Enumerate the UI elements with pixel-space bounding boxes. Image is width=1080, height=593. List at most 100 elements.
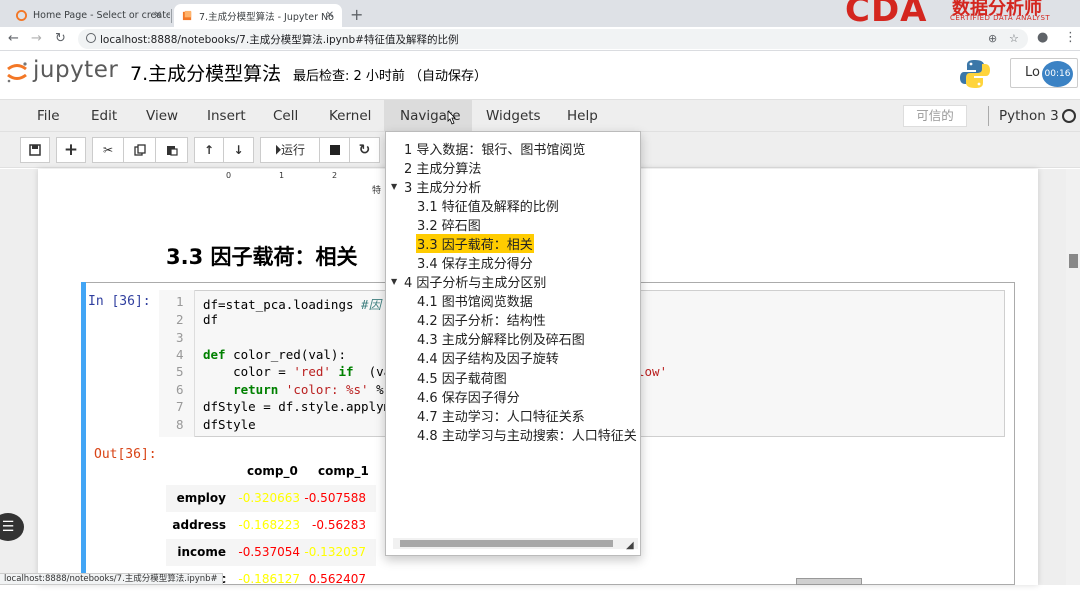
code-line-7: dfStyle = df.style.applym bbox=[203, 399, 392, 414]
line-number: 6 bbox=[176, 382, 184, 397]
menu-edit[interactable]: Edit bbox=[91, 108, 117, 124]
chart-tick-label: 2 bbox=[332, 171, 338, 180]
line-number: 1 bbox=[176, 294, 184, 309]
nav-item-4-8[interactable]: 4.8 主动学习与主动搜索：人口特征关 bbox=[417, 425, 637, 444]
trusted-indicator[interactable]: 可信的 bbox=[903, 105, 967, 127]
nav-item-4[interactable]: 4 因子分析与主成分区别 bbox=[404, 272, 546, 291]
nav-item-1[interactable]: 1 导入数据：银行、图书馆阅览 bbox=[404, 139, 585, 158]
menu-file[interactable]: File bbox=[37, 108, 60, 124]
url-text[interactable]: localhost:8888/notebooks/7.主成分模型算法.ipynb… bbox=[100, 32, 458, 47]
dropdown-scrollbar-thumb[interactable] bbox=[400, 540, 613, 547]
new-tab-button[interactable]: + bbox=[350, 5, 363, 24]
scissors-icon: ✂ bbox=[102, 143, 114, 157]
save-icon bbox=[29, 144, 41, 156]
menu-cell[interactable]: Cell bbox=[273, 108, 298, 124]
checkpoint-status: 最后检查: 2 小时前 （自动保存） bbox=[293, 69, 488, 84]
jupyter-favicon-icon bbox=[16, 10, 27, 21]
horizontal-scrollbar-thumb[interactable] bbox=[796, 578, 862, 585]
line-number: 8 bbox=[176, 417, 184, 432]
caret-down-icon[interactable]: ▼ bbox=[391, 277, 397, 286]
nav-item-3-3[interactable]: 3.3 因子载荷：相关 bbox=[416, 234, 534, 253]
address-bar: ← → ↻ localhost:8888/notebooks/7.主成分模型算法… bbox=[0, 27, 1080, 51]
nav-item-4-2[interactable]: 4.2 因子分析：结构性 bbox=[417, 310, 546, 329]
browser-tab-strip: Home Page - Select or create ✕ 7.主成分模型算法… bbox=[0, 0, 1080, 30]
move-up-button[interactable]: ↑ bbox=[194, 137, 224, 163]
caret-down-icon[interactable]: ▼ bbox=[391, 182, 397, 191]
paste-button[interactable] bbox=[156, 137, 188, 163]
code-string: 'color: %s' bbox=[278, 382, 369, 397]
move-down-button[interactable]: ↓ bbox=[224, 137, 254, 163]
nav-item-2[interactable]: 2 主成分算法 bbox=[404, 158, 481, 177]
menu-widgets[interactable]: Widgets bbox=[486, 108, 541, 124]
nav-item-4-7[interactable]: 4.7 主动学习：人口特征关系 bbox=[417, 406, 585, 425]
df-cell: -0.507588 bbox=[304, 491, 366, 505]
cut-button[interactable]: ✂ bbox=[92, 137, 124, 163]
notebook-title[interactable]: 7.主成分模型算法 bbox=[130, 59, 281, 86]
df-row-index: address bbox=[172, 518, 226, 532]
code-line-2: df bbox=[203, 312, 219, 327]
notebook-favicon-icon bbox=[182, 10, 192, 21]
page-scrollbar[interactable] bbox=[1066, 169, 1080, 585]
save-button[interactable] bbox=[20, 137, 50, 163]
menu-insert[interactable]: Insert bbox=[207, 108, 246, 124]
code-line-5-tail: low' bbox=[637, 364, 668, 379]
zoom-icon[interactable]: ⊕ bbox=[988, 32, 997, 45]
url-omnibox[interactable]: localhost:8888/notebooks/7.主成分模型算法.ipynb… bbox=[78, 29, 1028, 49]
recording-timer-badge: 00:16 bbox=[1042, 61, 1073, 87]
resize-handle-icon[interactable]: ◢ bbox=[626, 540, 634, 551]
code-text: color_red(val): bbox=[225, 347, 346, 362]
reload-icon[interactable]: ↻ bbox=[55, 31, 66, 46]
nav-item-3-1[interactable]: 3.1 特征值及解释的比例 bbox=[417, 196, 559, 215]
df-row: address -0.168223 -0.56283 bbox=[166, 512, 376, 539]
nav-item-4-4[interactable]: 4.4 因子结构及因子旋转 bbox=[417, 348, 559, 367]
info-icon[interactable] bbox=[86, 33, 96, 43]
restart-button[interactable]: ↻ bbox=[350, 137, 380, 163]
nav-item-3-4[interactable]: 3.4 保存主成分得分 bbox=[417, 253, 533, 272]
df-cell: -0.537054 bbox=[238, 545, 300, 559]
kernel-separator bbox=[988, 106, 989, 126]
df-cell: -0.132037 bbox=[304, 545, 366, 559]
page-scrollbar-thumb[interactable] bbox=[1069, 254, 1078, 268]
copy-button[interactable] bbox=[124, 137, 156, 163]
df-column-header: comp_0 bbox=[247, 464, 298, 478]
profile-avatar-icon[interactable]: ● bbox=[1037, 30, 1048, 45]
code-line-8: dfStyle bbox=[203, 417, 256, 432]
df-row-index: employ bbox=[176, 491, 226, 505]
forward-arrow-icon[interactable]: → bbox=[31, 31, 42, 46]
code-keyword: def bbox=[203, 347, 226, 362]
tab-title: 7.主成分模型算法 - Jupyter No bbox=[199, 11, 334, 23]
line-number: 5 bbox=[176, 364, 184, 379]
run-button[interactable]: ⏵运行 bbox=[260, 137, 320, 163]
interrupt-button[interactable] bbox=[320, 137, 350, 163]
chart-tick-label: 1 bbox=[279, 171, 285, 180]
code-keyword: if bbox=[330, 364, 354, 379]
restart-icon: ↻ bbox=[358, 142, 371, 158]
back-arrow-icon[interactable]: ← bbox=[8, 31, 19, 46]
nav-item-4-1[interactable]: 4.1 图书馆阅览数据 bbox=[417, 291, 533, 310]
jupyter-logo-text[interactable]: jupyter bbox=[33, 57, 118, 83]
insert-cell-button[interactable]: + bbox=[56, 137, 86, 163]
tab-home-page[interactable]: Home Page - Select or create ✕ bbox=[8, 4, 170, 27]
nav-item-4-3[interactable]: 4.3 主成分解释比例及碎石图 bbox=[417, 329, 585, 348]
df-cell: 0.562407 bbox=[308, 572, 366, 586]
nav-item-4-6[interactable]: 4.6 保存因子得分 bbox=[417, 387, 520, 406]
tab-notebook[interactable]: 7.主成分模型算法 - Jupyter No ✕ bbox=[174, 4, 342, 27]
menu-kernel[interactable]: Kernel bbox=[329, 108, 371, 124]
jupyter-logo-icon[interactable] bbox=[5, 60, 29, 84]
df-row: income -0.537054 -0.132037 bbox=[166, 539, 376, 566]
bookmark-star-icon[interactable]: ☆ bbox=[1009, 32, 1019, 45]
tab-close-icon[interactable]: ✕ bbox=[326, 10, 334, 21]
code-line-4: def color_red(val): bbox=[203, 347, 346, 362]
code-line-1: df=stat_pca.loadings #因 bbox=[203, 294, 381, 313]
browser-menu-icon[interactable]: ⋮ bbox=[1064, 30, 1077, 45]
tab-close-icon[interactable]: ✕ bbox=[154, 10, 162, 21]
cell-selected-indicator bbox=[81, 282, 86, 585]
menu-view[interactable]: View bbox=[146, 108, 178, 124]
paste-icon bbox=[166, 146, 178, 156]
plus-icon: + bbox=[63, 140, 79, 160]
nav-item-4-5[interactable]: 4.5 因子载荷图 bbox=[417, 368, 507, 387]
nav-item-3[interactable]: 3 主成分分析 bbox=[404, 177, 481, 196]
code-line-5: color = 'red' if (va bbox=[203, 364, 391, 379]
menu-help[interactable]: Help bbox=[567, 108, 598, 124]
nav-item-3-2[interactable]: 3.2 碎石图 bbox=[417, 215, 481, 234]
